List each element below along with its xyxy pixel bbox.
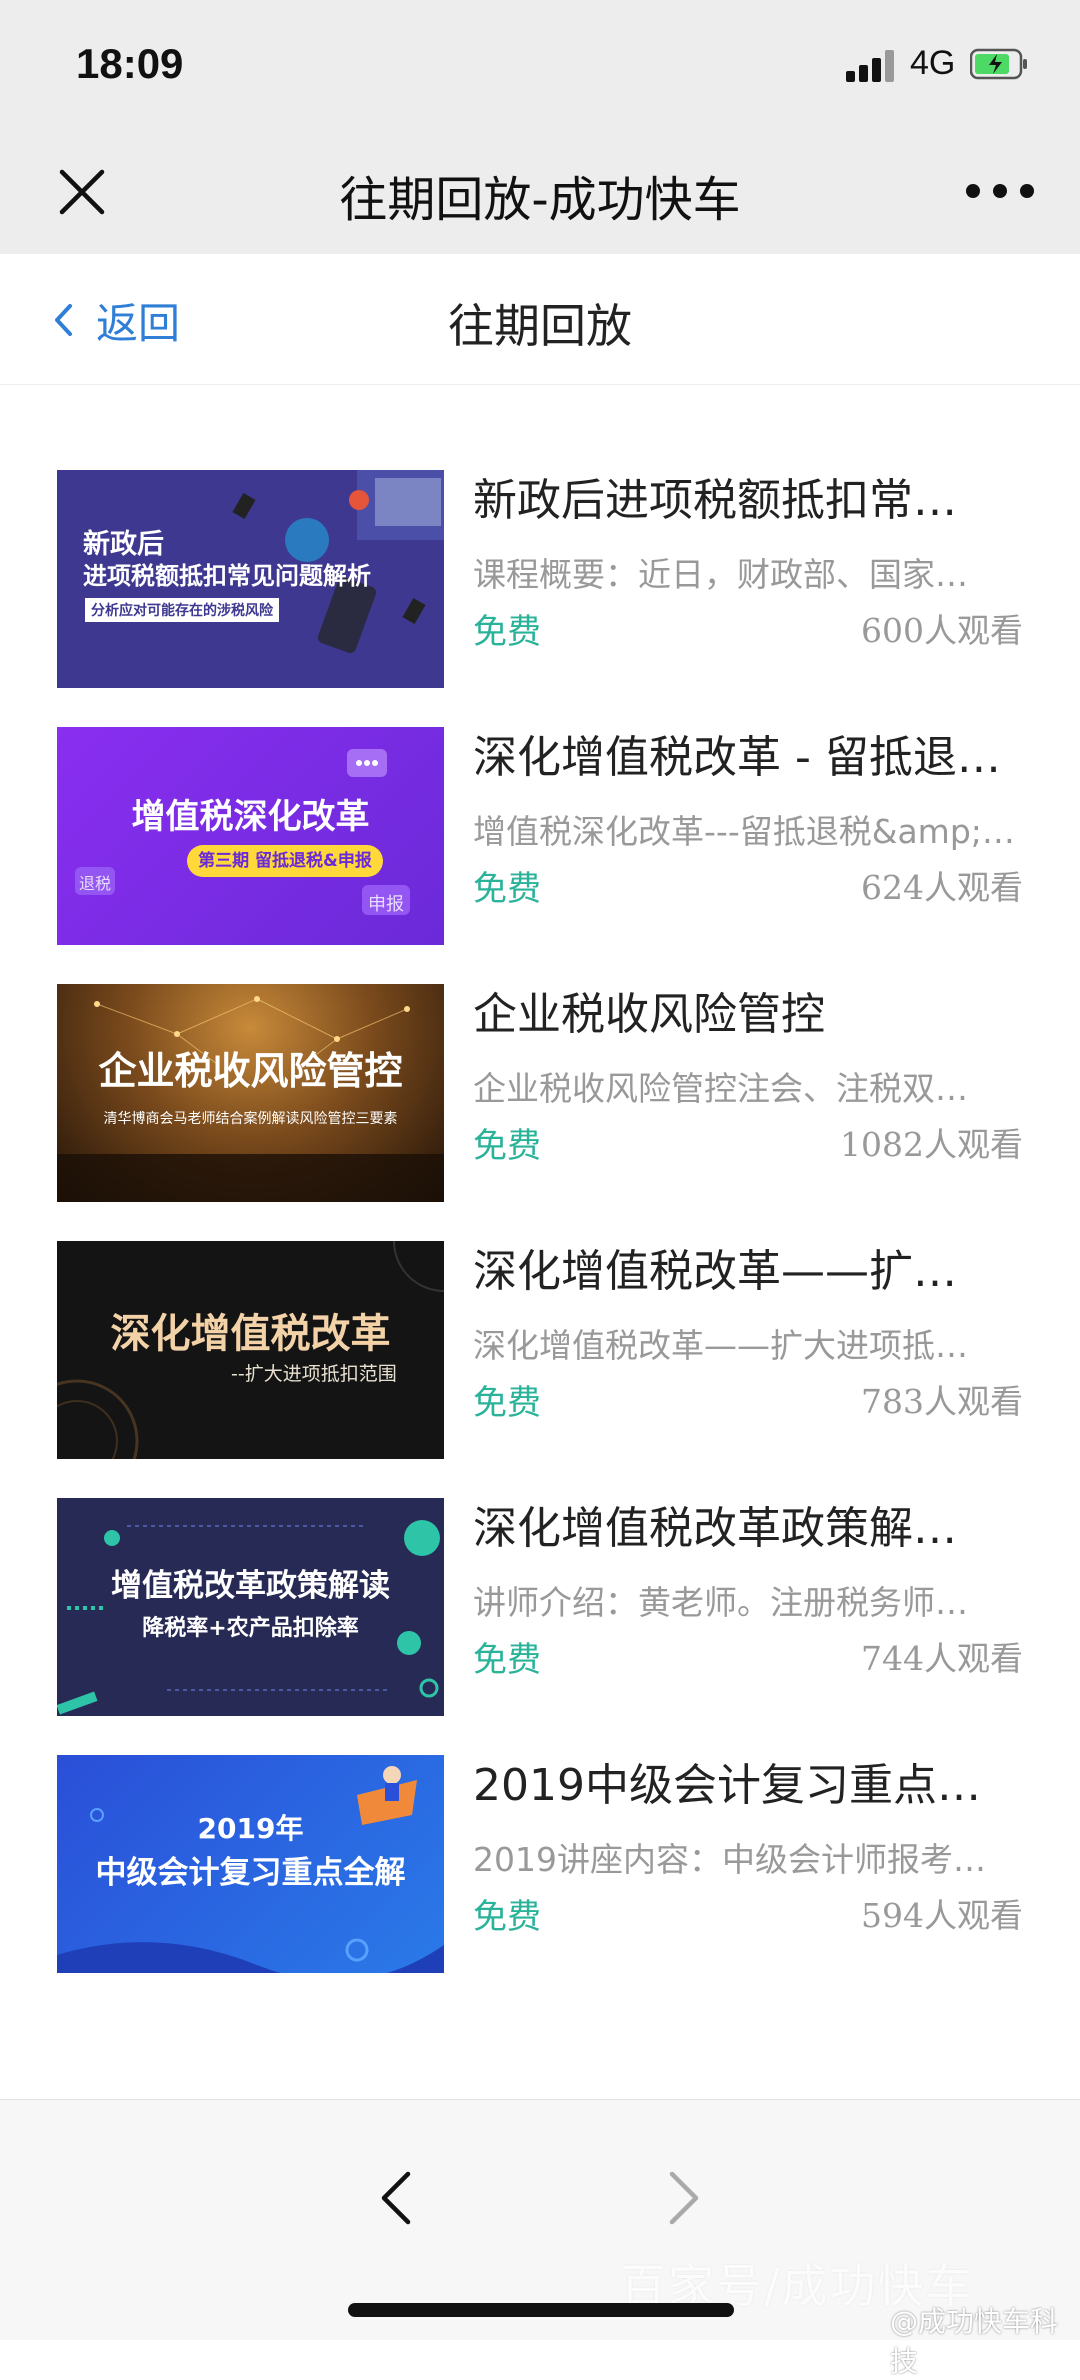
item-price: 免费 bbox=[473, 1897, 541, 1937]
item-views: 594人观看 bbox=[861, 1896, 1023, 1935]
item-title: 深化增值税改革——扩… bbox=[473, 1246, 957, 1297]
page-title: 往期回放 bbox=[448, 299, 632, 353]
item-description: 企业税收风险管控注会、注税双… bbox=[473, 1069, 968, 1108]
course-thumbnail: 深化增值税改革 --扩大进项抵扣范围 bbox=[57, 1241, 444, 1459]
item-price: 免费 bbox=[473, 1383, 541, 1423]
item-info: 新政后进项税额抵扣常… 课程概要：近日，财政部、国家… 免费 600人观看 bbox=[473, 470, 1023, 688]
thumbnail-line2: 进项税额抵扣常见问题解析 bbox=[83, 562, 371, 590]
course-thumbnail: 增值税深化改革 第三期 留抵退税&申报 退税 申报 bbox=[57, 727, 444, 945]
item-title: 深化增值税改革政策解… bbox=[473, 1503, 957, 1554]
item-views: 783人观看 bbox=[861, 1382, 1023, 1421]
sub-header: 返回 往期回放 bbox=[0, 254, 1080, 385]
back-arrow-icon[interactable] bbox=[378, 2170, 414, 2226]
course-thumbnail: 增值税改革政策解读 降税率+农产品扣除率 bbox=[57, 1498, 444, 1716]
thumbnail-line1: 企业税收风险管控 bbox=[98, 1049, 403, 1093]
thumbnail-art bbox=[57, 1520, 440, 1715]
item-info: 深化增值税改革政策解… 讲师介绍：黄老师。注册税务师… 免费 744人观看 bbox=[473, 1498, 1023, 1716]
item-description: 增值税深化改革---留抵退税&amp;… bbox=[473, 812, 1015, 851]
watermark-sub: @成功快车科技 bbox=[890, 2305, 1059, 2378]
home-indicator[interactable] bbox=[348, 2303, 734, 2317]
nav-title: 往期回放-成功快车 bbox=[339, 172, 741, 228]
item-info: 企业税收风险管控 企业税收风险管控注会、注税双… 免费 1082人观看 bbox=[473, 984, 1023, 1202]
list-item[interactable]: 新政后 进项税额抵扣常见问题解析 分析应对可能存在的涉税风险 新政后进项税额抵扣… bbox=[0, 470, 1080, 688]
thumbnail-tag1: 退税 bbox=[79, 874, 112, 893]
item-views: 1082人观看 bbox=[840, 1125, 1023, 1164]
network-type: 4G bbox=[910, 44, 956, 82]
thumbnail-line2: --扩大进项抵扣范围 bbox=[231, 1363, 397, 1385]
item-views: 624人观看 bbox=[861, 868, 1023, 907]
item-views: 600人观看 bbox=[861, 611, 1023, 650]
list-item[interactable]: 企业税收风险管控 清华博商会马老师结合案例解读风险管控三要素 企业税收风险管控 … bbox=[0, 984, 1080, 1202]
item-title: 企业税收风险管控 bbox=[473, 989, 825, 1040]
item-views: 744人观看 bbox=[861, 1639, 1023, 1678]
thumbnail-line1: 深化增值税改革 bbox=[110, 1311, 391, 1357]
thumbnail-line1: 增值税深化改革 bbox=[131, 797, 370, 837]
thumbnail-tag2: 申报 bbox=[368, 894, 404, 915]
status-time: 18:09 bbox=[76, 40, 184, 87]
thumbnail-line2: 清华博商会马老师结合案例解读风险管控三要素 bbox=[103, 1111, 398, 1127]
item-description: 课程概要：近日，财政部、国家… bbox=[473, 555, 968, 594]
list-item[interactable]: 增值税改革政策解读 降税率+农产品扣除率 深化增值税改革政策解… 讲师介绍：黄老… bbox=[0, 1498, 1080, 1716]
item-price: 免费 bbox=[473, 869, 541, 909]
item-title: 深化增值税改革 - 留抵退… bbox=[473, 732, 1001, 783]
list-item[interactable]: 2019年 中级会计复习重点全解 2019中级会计复习重点… 2019讲座内容：… bbox=[0, 1755, 1080, 1973]
thumbnail-line2: 中级会计复习重点全解 bbox=[95, 1855, 406, 1891]
item-price: 免费 bbox=[473, 1640, 541, 1680]
item-title: 2019中级会计复习重点… bbox=[473, 1760, 981, 1811]
thumbnail-line2: 第三期 留抵退税&申报 bbox=[187, 845, 383, 877]
course-thumbnail: 企业税收风险管控 清华博商会马老师结合案例解读风险管控三要素 bbox=[57, 984, 444, 1202]
item-description: 2019讲座内容：中级会计师报考… bbox=[473, 1840, 986, 1879]
nav-bar: 往期回放-成功快车 bbox=[0, 130, 1080, 254]
list-item[interactable]: 深化增值税改革 --扩大进项抵扣范围 深化增值税改革——扩… 深化增值税改革——… bbox=[0, 1241, 1080, 1459]
more-icon[interactable] bbox=[966, 184, 1036, 200]
status-bar: 18:09 4G bbox=[0, 0, 1080, 130]
course-thumbnail: 新政后 进项税额抵扣常见问题解析 分析应对可能存在的涉税风险 bbox=[57, 470, 444, 688]
item-price: 免费 bbox=[473, 612, 541, 652]
thumbnail-line3: 分析应对可能存在的涉税风险 bbox=[85, 598, 279, 622]
forward-arrow-icon[interactable] bbox=[666, 2170, 702, 2226]
battery-icon bbox=[970, 48, 1027, 80]
item-description: 深化增值税改革——扩大进项抵… bbox=[473, 1326, 968, 1365]
item-info: 深化增值税改革——扩… 深化增值税改革——扩大进项抵… 免费 783人观看 bbox=[473, 1241, 1023, 1459]
item-info: 2019中级会计复习重点… 2019讲座内容：中级会计师报考… 免费 594人观… bbox=[473, 1755, 1023, 1973]
item-title: 新政后进项税额抵扣常… bbox=[473, 475, 957, 526]
list-item[interactable]: 增值税深化改革 第三期 留抵退税&申报 退税 申报 深化增值税改革 - 留抵退…… bbox=[0, 727, 1080, 945]
thumbnail-line1: 增值税改革政策解读 bbox=[111, 1568, 390, 1604]
item-description: 讲师介绍：黄老师。注册税务师… bbox=[473, 1583, 968, 1622]
thumbnail-line2: 降税率+农产品扣除率 bbox=[142, 1616, 359, 1641]
item-info: 深化增值税改革 - 留抵退… 增值税深化改革---留抵退税&amp;… 免费 6… bbox=[473, 727, 1023, 945]
item-price: 免费 bbox=[473, 1126, 541, 1166]
thumbnail-line1: 2019年 bbox=[197, 1812, 304, 1845]
signal-icon bbox=[846, 50, 896, 82]
course-thumbnail: 2019年 中级会计复习重点全解 bbox=[57, 1755, 444, 1973]
